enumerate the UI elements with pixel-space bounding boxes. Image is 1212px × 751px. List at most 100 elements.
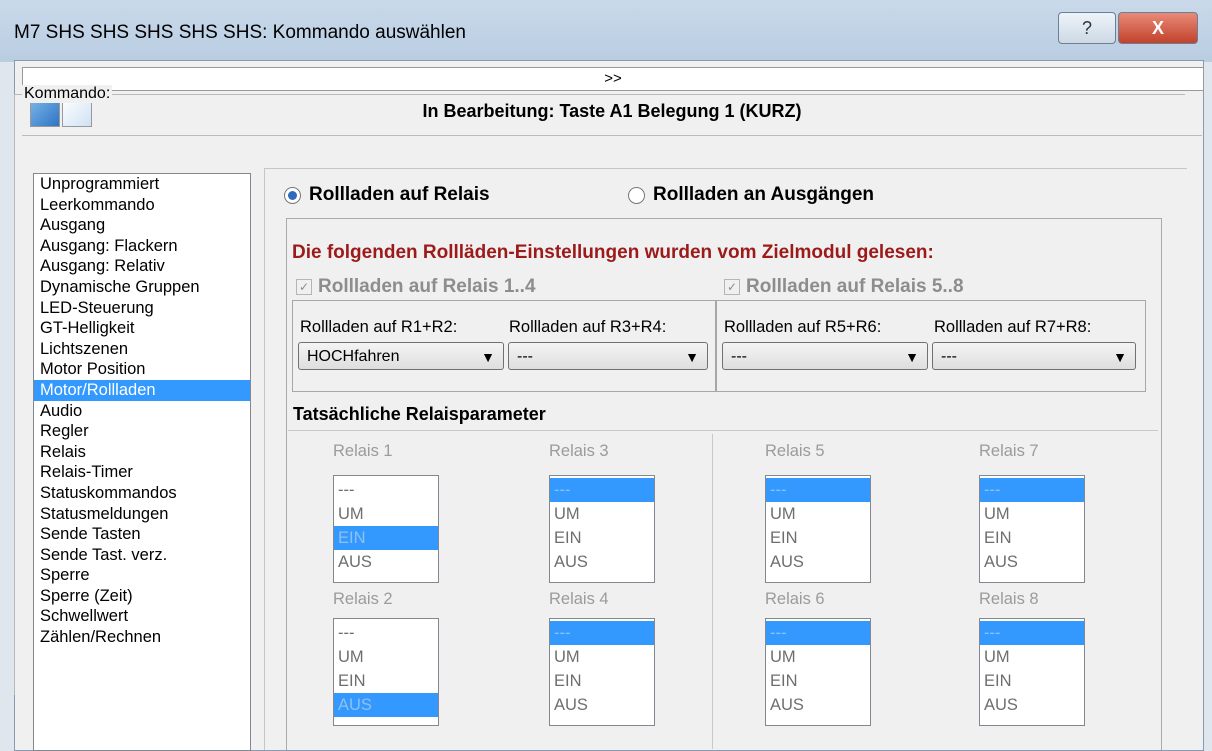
kommando-list-item[interactable]: Motor/Rollladen <box>34 379 250 401</box>
relais-option[interactable]: EIN <box>550 526 654 550</box>
relais-option[interactable]: AUS <box>334 693 438 717</box>
kommando-list-item[interactable]: Regler <box>34 421 250 442</box>
kommando-list-item[interactable]: Ausgang <box>34 215 250 236</box>
relais-label: Relais 1 <box>333 442 393 460</box>
relais-option[interactable]: UM <box>550 502 654 526</box>
kommando-list[interactable]: Unprogrammiert Leerkommando Ausgang Ausgang… <box>33 173 251 751</box>
relais-label: Relais 7 <box>979 442 1039 460</box>
relais-option[interactable]: UM <box>334 502 438 526</box>
expand-button[interactable]: >> <box>22 67 1204 91</box>
relais-option[interactable]: --- <box>766 621 870 645</box>
combo-r5r6-value: --- <box>731 348 747 365</box>
check-relais-5-8: ✓ Rollladen auf Relais 5..8 <box>724 276 964 298</box>
kommando-list-item[interactable]: Dynamische Gruppen <box>34 277 250 298</box>
relais-option[interactable]: UM <box>766 645 870 669</box>
radio-ausgaenge-dot[interactable] <box>628 186 645 204</box>
relais-label: Relais 4 <box>549 590 609 608</box>
radio-relais-dot[interactable] <box>284 186 301 204</box>
relais-option[interactable]: AUS <box>980 550 1084 574</box>
relais-option[interactable]: EIN <box>980 669 1084 693</box>
relais-option[interactable]: UM <box>334 645 438 669</box>
kommando-list-item[interactable]: Sende Tast. verz. <box>34 545 250 566</box>
relais-option[interactable]: EIN <box>766 526 870 550</box>
kommando-list-item[interactable]: Ausgang: Flackern <box>34 236 250 257</box>
relais-listbox[interactable]: --- UM EIN AUS <box>333 618 439 726</box>
chevron-down-icon[interactable]: ▼ <box>905 343 919 371</box>
window-title: M7 SHS SHS SHS SHS SHS: Kommando auswähl… <box>14 22 466 43</box>
combo-r1r2[interactable]: HOCHfahren ▼ <box>298 342 504 370</box>
chevron-down-icon[interactable]: ▼ <box>685 343 699 371</box>
kommando-list-item[interactable]: Schwellwert <box>34 606 250 627</box>
kommando-list-item[interactable]: GT-Helligkeit <box>34 318 250 339</box>
relais-option[interactable]: AUS <box>334 550 438 574</box>
kommando-list-item[interactable]: Motor Position <box>34 359 250 380</box>
relais-option[interactable]: UM <box>550 645 654 669</box>
relais-listbox[interactable]: --- UM EIN AUS <box>765 475 871 583</box>
kommando-group-label: Kommando: <box>22 85 113 103</box>
relais-option[interactable]: --- <box>980 621 1084 645</box>
kommando-list-item[interactable]: Sperre (Zeit) <box>34 586 250 607</box>
relais-option[interactable]: AUS <box>550 550 654 574</box>
radio-ausgaenge-label: Rollladen an Ausgängen <box>653 184 874 205</box>
relais-option[interactable]: --- <box>550 621 654 645</box>
kommando-list-item[interactable]: Unprogrammiert <box>34 174 250 195</box>
combo-r3r4[interactable]: --- ▼ <box>508 342 708 370</box>
title-bar: M7 SHS SHS SHS SHS SHS: Kommando auswähl… <box>0 0 1212 62</box>
chevron-down-icon[interactable]: ▼ <box>481 343 495 371</box>
radio-relais-label: Rollladen auf Relais <box>309 184 490 205</box>
kommando-list-item[interactable]: Lichtszenen <box>34 339 250 360</box>
relais-heading: Tatsächliche Relaisparameter <box>293 404 546 424</box>
relais-option[interactable]: EIN <box>766 669 870 693</box>
relais-option[interactable]: --- <box>766 478 870 502</box>
relais-option[interactable]: --- <box>550 478 654 502</box>
kommando-list-item[interactable]: Zählen/Rechnen <box>34 627 250 648</box>
relais-listbox[interactable]: --- UM EIN AUS <box>333 475 439 583</box>
relais-option[interactable]: UM <box>980 502 1084 526</box>
help-button[interactable]: ? <box>1058 12 1116 44</box>
relais-option[interactable]: AUS <box>980 693 1084 717</box>
checkbox-icon: ✓ <box>724 279 740 295</box>
kommando-list-item[interactable]: Relais <box>34 442 250 463</box>
radio-ausgaenge[interactable]: Rollladen an Ausgängen <box>628 184 874 206</box>
relais-option[interactable]: --- <box>334 478 438 502</box>
relais-divider <box>712 434 713 749</box>
relais-listbox[interactable]: --- UM EIN AUS <box>765 618 871 726</box>
relais-option[interactable]: AUS <box>766 550 870 574</box>
radio-relais[interactable]: Rollladen auf Relais <box>284 184 490 206</box>
relais-listbox[interactable]: --- UM EIN AUS <box>979 618 1085 726</box>
chevron-down-icon[interactable]: ▼ <box>1113 343 1127 371</box>
kommando-list-item[interactable]: Audio <box>34 401 250 422</box>
relais-listbox[interactable]: --- UM EIN AUS <box>979 475 1085 583</box>
combo-r7r8[interactable]: --- ▼ <box>932 342 1136 370</box>
relais-option[interactable]: EIN <box>550 669 654 693</box>
checkbox-icon: ✓ <box>296 279 312 295</box>
kommando-list-item[interactable]: Leerkommando <box>34 195 250 216</box>
kommando-list-item[interactable]: Ausgang: Relativ <box>34 256 250 277</box>
close-button[interactable]: X <box>1118 12 1198 44</box>
check-relais-5-8-label: Rollladen auf Relais 5..8 <box>746 276 964 297</box>
relais-option[interactable]: UM <box>766 502 870 526</box>
relais-option[interactable]: AUS <box>766 693 870 717</box>
relais-listbox[interactable]: --- UM EIN AUS <box>549 618 655 726</box>
pair-label-r7r8: Rollladen auf R7+R8: <box>934 318 1092 336</box>
combo-r5r6[interactable]: --- ▼ <box>722 342 928 370</box>
relais-label: Relais 8 <box>979 590 1039 608</box>
combo-r7r8-value: --- <box>941 348 957 365</box>
relais-label: Relais 2 <box>333 590 393 608</box>
relais-option[interactable]: --- <box>980 478 1084 502</box>
kommando-list-item[interactable]: Statusmeldungen <box>34 504 250 525</box>
relais-option[interactable]: --- <box>334 621 438 645</box>
kommando-list-item[interactable]: Relais-Timer <box>34 462 250 483</box>
relais-option[interactable]: EIN <box>980 526 1084 550</box>
relais-option[interactable]: EIN <box>334 669 438 693</box>
relais-option[interactable]: EIN <box>334 526 438 550</box>
relais-option[interactable]: UM <box>980 645 1084 669</box>
relais-listbox[interactable]: --- UM EIN AUS <box>549 475 655 583</box>
kommando-list-item[interactable]: Sperre <box>34 565 250 586</box>
kommando-list-item[interactable]: LED-Steuerung <box>34 298 250 319</box>
relais-option[interactable]: AUS <box>550 693 654 717</box>
relais-label: Relais 3 <box>549 442 609 460</box>
kommando-list-item[interactable]: Statuskommandos <box>34 483 250 504</box>
combo-r3r4-value: --- <box>517 348 533 365</box>
kommando-list-item[interactable]: Sende Tasten <box>34 524 250 545</box>
